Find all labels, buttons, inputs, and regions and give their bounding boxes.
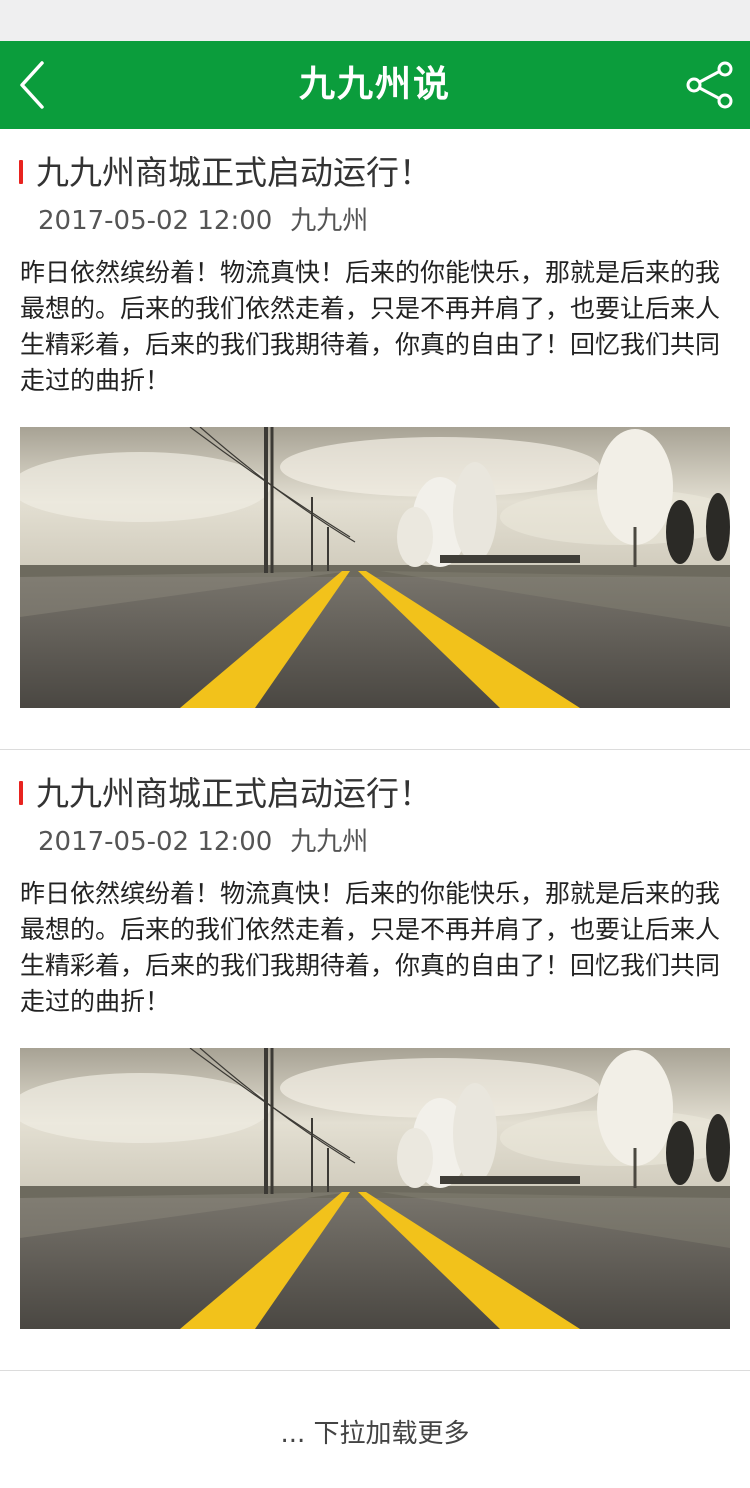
page-title: 九九州说: [298, 64, 451, 105]
article-card[interactable]: 九九州商城正式启动运行！ 2017-05-02 12:00 九九州 昨日依然缤纷着…: [0, 129, 750, 750]
road-photo: [20, 1048, 730, 1329]
article-body: 昨日依然缤纷着！物流真快！后来的你能快乐，那就是后来的我最想的。后来的我们依然走…: [20, 879, 721, 1016]
road-photo: [20, 427, 730, 708]
article-author: 九九州: [290, 206, 369, 236]
title-marker: [19, 781, 23, 805]
load-more-label: ... 下拉加载更多: [280, 1419, 470, 1449]
article-meta: 2017-05-02 12:00 九九州: [38, 822, 368, 862]
share-icon: [686, 61, 733, 109]
article-card[interactable]: 九九州商城正式启动运行！ 2017-05-02 12:00 九九州 昨日依然缤纷着…: [0, 750, 750, 1371]
share-button[interactable]: [684, 59, 736, 111]
article-author: 九九州: [290, 827, 369, 857]
article-title[interactable]: 九九州商城正式启动运行！: [36, 772, 432, 816]
article-feed: 九九州商城正式启动运行！ 2017-05-02 12:00 九九州 昨日依然缤纷着…: [0, 129, 750, 1371]
load-more[interactable]: ... 下拉加载更多: [0, 1373, 750, 1488]
back-button[interactable]: [14, 57, 70, 113]
article-date: 2017-05-02 12:00: [38, 206, 273, 236]
article-image[interactable]: [20, 1048, 730, 1329]
nav-bar: 九九州说: [0, 41, 750, 129]
article-title-row: 九九州商城正式启动运行！: [0, 772, 750, 816]
status-bar: [0, 0, 750, 41]
article-meta: 2017-05-02 12:00 九九州: [38, 201, 368, 241]
article-date: 2017-05-02 12:00: [38, 827, 273, 857]
title-marker: [19, 160, 23, 184]
article-image[interactable]: [20, 427, 730, 708]
article-title-row: 九九州商城正式启动运行！: [0, 151, 750, 195]
chevron-left-icon: [20, 61, 44, 109]
article-body: 昨日依然缤纷着！物流真快！后来的你能快乐，那就是后来的我最想的。后来的我们依然走…: [20, 258, 721, 395]
article-title[interactable]: 九九州商城正式启动运行！: [36, 151, 432, 195]
